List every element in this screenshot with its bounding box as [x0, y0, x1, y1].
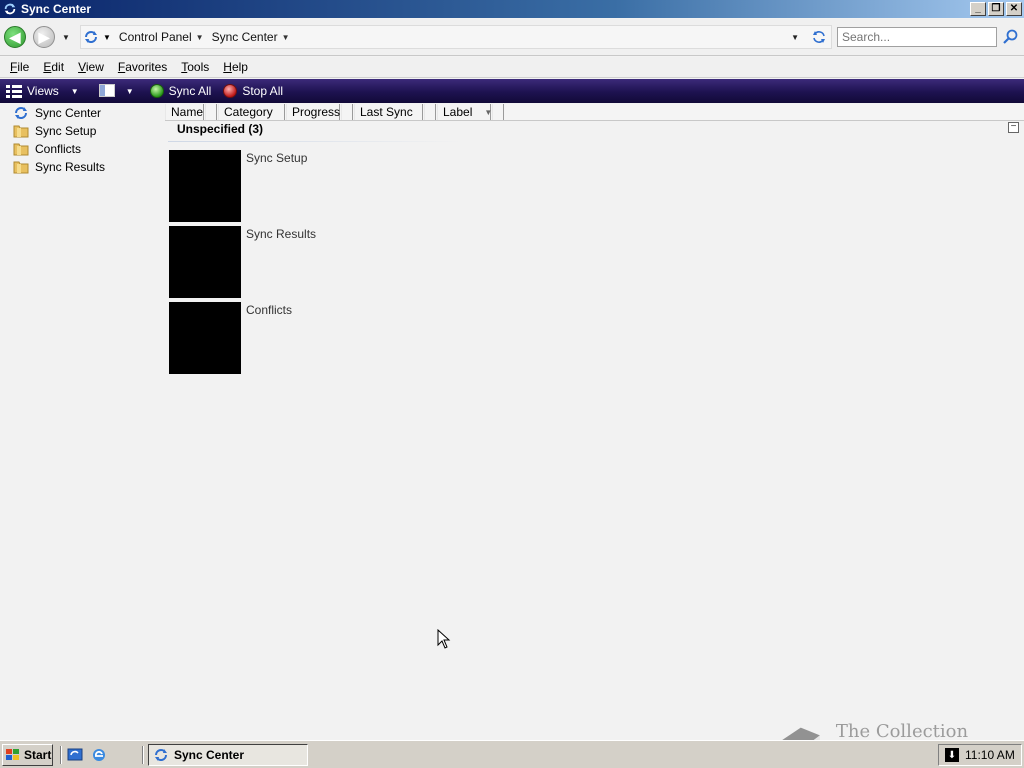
- chevron-down-icon[interactable]: ▼: [126, 87, 134, 96]
- menu-file[interactable]: File: [3, 60, 36, 74]
- chevron-down-icon[interactable]: ▼: [71, 87, 79, 96]
- window-title: Sync Center: [21, 2, 92, 16]
- address-toolbar: ◀ ▶ ▼ ▼ Control Panel ▼ Sync Center ▼ ▼: [0, 19, 1024, 56]
- menu-view[interactable]: View: [71, 60, 111, 74]
- chevron-down-icon[interactable]: ▼: [103, 33, 111, 42]
- taskbar-button-sync-center[interactable]: Sync Center: [148, 744, 308, 766]
- forward-button[interactable]: ▶: [33, 26, 55, 48]
- sidebar-item-sync-center[interactable]: Sync Center: [13, 104, 101, 122]
- menu-favorites[interactable]: Favorites: [111, 60, 174, 74]
- group-divider: [168, 141, 464, 142]
- breadcrumb-sync-center[interactable]: Sync Center ▼: [212, 30, 290, 44]
- folder-icon: [13, 161, 29, 174]
- refresh-icon[interactable]: [811, 29, 827, 45]
- column-spacer: [424, 104, 436, 120]
- column-spacer: [341, 104, 353, 120]
- sync-icon: [15, 107, 27, 119]
- views-icon: [6, 85, 22, 98]
- close-button[interactable]: ✕: [1006, 2, 1022, 16]
- title-bar[interactable]: Sync Center _ ❐ ✕: [0, 0, 1024, 18]
- mouse-cursor-icon: [437, 629, 451, 649]
- stop-all-button[interactable]: Stop All: [223, 84, 283, 98]
- arrow-left-icon: ◀: [9, 28, 21, 45]
- sync-all-button[interactable]: Sync All: [149, 84, 211, 98]
- command-bar: Views ▼ ▼ Sync All Stop All: [0, 79, 1024, 103]
- sync-icon: [155, 749, 167, 761]
- arrow-right-icon: ▶: [38, 28, 50, 45]
- download-icon[interactable]: ⬇: [945, 748, 959, 762]
- column-spacer: [205, 104, 217, 120]
- breadcrumb-control-panel[interactable]: Control Panel ▼: [119, 30, 204, 44]
- sidebar-item-sync-setup[interactable]: Sync Setup: [13, 122, 96, 140]
- address-box[interactable]: ▼ Control Panel ▼ Sync Center ▼ ▼: [80, 25, 832, 49]
- views-button[interactable]: Views ▼: [6, 84, 79, 98]
- column-headers: Name Category Progress Last Sync Label ▼: [165, 104, 1024, 121]
- column-header-category[interactable]: Category: [218, 104, 285, 120]
- show-desktop-icon[interactable]: [67, 747, 83, 763]
- clock[interactable]: 11:10 AM: [965, 748, 1015, 762]
- layout-icon: [98, 84, 115, 97]
- restore-button[interactable]: ❐: [988, 2, 1004, 16]
- taskbar: Start Sync Center ⬇ 11:10 AM: [0, 740, 1024, 768]
- address-history-dropdown[interactable]: ▼: [791, 33, 799, 42]
- item-thumbnail: [169, 150, 241, 222]
- group-header[interactable]: Unspecified (3): [177, 122, 263, 136]
- item-thumbnail: [169, 302, 241, 374]
- menu-bar: File Edit View Favorites Tools Help: [0, 57, 1024, 78]
- column-header-progress[interactable]: Progress: [286, 104, 340, 120]
- folder-icon: [13, 125, 29, 138]
- sync-icon: [4, 3, 16, 15]
- search-icon[interactable]: [1001, 28, 1019, 46]
- list-item[interactable]: Sync Results: [168, 226, 468, 300]
- sync-all-icon: [149, 84, 164, 98]
- item-label: Sync Results: [246, 227, 317, 241]
- item-label: Sync Setup: [246, 151, 308, 165]
- layout-button[interactable]: ▼: [98, 84, 134, 98]
- recent-pages-dropdown[interactable]: ▼: [62, 33, 70, 42]
- search-input[interactable]: [837, 27, 997, 47]
- taskbar-separator: [142, 746, 144, 764]
- internet-explorer-icon[interactable]: [91, 747, 107, 763]
- stop-all-icon: [223, 84, 238, 98]
- menu-tools[interactable]: Tools: [174, 60, 216, 74]
- item-label: Conflicts: [246, 303, 293, 317]
- sync-icon: [85, 31, 97, 43]
- column-header-label[interactable]: Label ▼: [437, 104, 492, 120]
- menu-edit[interactable]: Edit: [36, 60, 71, 74]
- column-header-last-sync[interactable]: Last Sync: [354, 104, 423, 120]
- list-item[interactable]: Conflicts: [168, 302, 468, 376]
- back-button[interactable]: ◀: [4, 26, 26, 48]
- start-button[interactable]: Start: [2, 744, 53, 766]
- list-item[interactable]: Sync Setup: [168, 150, 468, 224]
- menu-help[interactable]: Help: [216, 60, 255, 74]
- column-header-name[interactable]: Name: [165, 104, 204, 120]
- folder-icon: [13, 143, 29, 156]
- column-spacer: [492, 104, 504, 120]
- chevron-down-icon[interactable]: ▼: [282, 33, 290, 42]
- collapse-group-button[interactable]: −: [1008, 122, 1019, 133]
- item-thumbnail: [169, 226, 241, 298]
- taskbar-separator: [60, 746, 62, 764]
- sidebar-item-conflicts[interactable]: Conflicts: [13, 140, 81, 158]
- chevron-down-icon[interactable]: ▼: [196, 33, 204, 42]
- windows-logo-icon: [6, 749, 19, 760]
- sidebar-item-sync-results[interactable]: Sync Results: [13, 158, 105, 176]
- navigation-pane: Sync Center Sync Setup Conflicts Sync Re…: [0, 104, 164, 740]
- minimize-button[interactable]: _: [970, 2, 986, 16]
- system-tray: ⬇ 11:10 AM: [938, 744, 1022, 766]
